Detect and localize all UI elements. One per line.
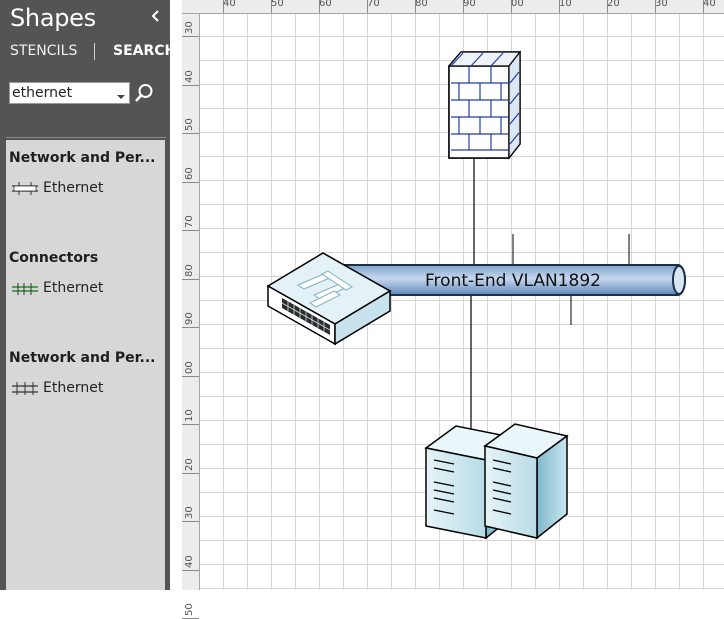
ruler-label: 30 [655,0,668,9]
result-group-title[interactable]: Connectors [9,250,159,266]
search-icon [135,84,153,102]
tab-stencils[interactable]: STENCILS [10,43,77,59]
ruler-label: 40 [184,554,195,568]
ruler-tick [182,278,199,280]
ethernet-shape-icon [12,382,38,395]
ruler-label: 70 [367,0,380,9]
ruler-label: 10 [559,0,572,9]
ruler-label: 90 [463,0,476,9]
ruler-tick [182,230,199,231]
tab-divider [94,43,95,60]
search-button[interactable] [133,82,155,104]
ruler-tick [182,36,199,37]
ruler-tick [182,424,199,425]
ruler-label: 40 [184,69,195,83]
dropdown-arrow-icon [117,95,125,99]
vlan-label: Front-End VLAN1892 [425,271,601,291]
ruler-tick [182,521,199,522]
vertical-ruler[interactable]: 30 40 50 60 70 80 90 00 10 20 30 40 50 [182,0,200,619]
shape-item-label: Ethernet [43,280,104,296]
shapes-pane: Shapes STENCILS SEARCH Network and Per..… [0,0,170,590]
drawing-canvas[interactable]: Front-End VLAN1892 [200,14,724,590]
ruler-tick [182,181,199,183]
ruler-tick [182,472,199,474]
search-box [9,82,130,104]
result-group-title[interactable]: Network and Per... [9,350,159,366]
horizontal-ruler[interactable]: 40 50 60 70 80 90 00 10 20 30 40 [182,0,724,14]
ruler-label: 30 [184,21,195,34]
ruler-label: 10 [184,409,195,422]
result-group-title[interactable]: Network and Per... [9,150,159,166]
ruler-tick [182,84,199,86]
server-icon[interactable] [483,423,569,540]
firewall-icon[interactable] [447,50,522,160]
network-diagram: Front-End VLAN1892 [266,50,686,540]
pane-separator [6,137,166,138]
ruler-label: 80 [184,263,195,277]
ruler-tick [182,133,199,134]
shape-item-ethernet[interactable]: Ethernet [9,380,159,400]
search-results: Network and Per... Ethernet Connectors E… [6,140,165,590]
ruler-label: 40 [223,0,236,9]
ruler-label: 30 [184,506,195,519]
chevron-left-icon [151,10,159,22]
search-history-dropdown[interactable] [116,87,126,106]
search-input[interactable] [12,84,110,102]
pane-gutter [170,0,182,590]
ruler-label: 00 [511,0,524,9]
shape-item-ethernet[interactable]: Ethernet [9,180,159,200]
ruler-label: 20 [607,0,620,9]
ruler-label: 20 [184,457,195,471]
ruler-tick [182,569,199,571]
tab-search[interactable]: SEARCH [113,43,170,59]
shape-item-label: Ethernet [43,380,104,396]
ruler-label: 60 [319,0,332,9]
ruler-label: 00 [184,360,195,374]
ruler-label: 50 [184,118,195,131]
shape-item-label: Ethernet [43,180,104,196]
ruler-label: 80 [415,0,428,9]
ruler-label: 50 [184,603,195,616]
pane-title: Shapes [10,4,96,32]
collapse-pane-button[interactable] [148,6,164,26]
ruler-label: 90 [184,312,195,325]
ethernet-shape-icon [12,182,38,195]
ethernet-connector-icon [12,283,38,295]
ruler-label: 50 [271,0,284,9]
ruler-label: 60 [184,166,195,180]
ruler-label: 70 [184,215,195,228]
ruler-tick [182,375,199,377]
shape-item-ethernet-connector[interactable]: Ethernet [9,280,159,300]
ruler-label: 40 [703,0,716,9]
ruler-tick [182,327,199,328]
